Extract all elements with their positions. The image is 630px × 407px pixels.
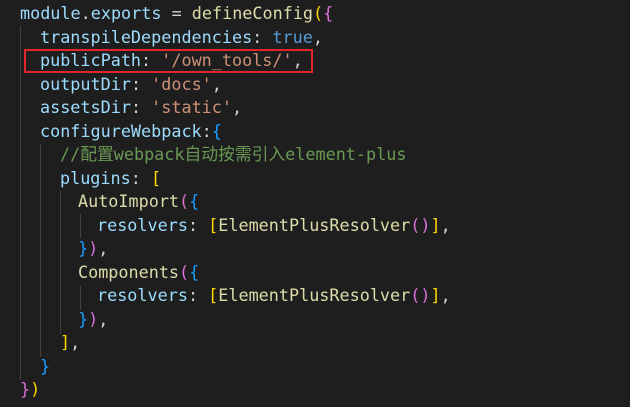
bracket: { [211,120,222,141]
identifier: resolvers [97,214,188,235]
code-line: plugins: [ [60,167,161,191]
function-name: defineConfig [191,3,314,23]
code-line: transpileDependencies: true, [40,26,323,50]
bracket: } [78,308,89,329]
punctuation: : [130,73,152,94]
bracket: { [189,191,200,211]
code-editor[interactable]: module.exports = defineConfig({ transpil… [0,0,630,407]
code-line: assetsDir: 'static', [40,96,242,120]
bracket: ] [430,214,441,235]
bracket: ( [313,3,324,23]
string-literal: 'static' [151,97,232,117]
identifier: module [20,3,81,23]
code-line: }), [78,308,108,332]
bracket: { [323,3,334,23]
bracket: } [20,379,31,399]
bracket: ( [179,261,190,282]
punctuation: , [70,332,81,352]
code-line: //配置webpack自动按需引入element-plus [60,143,406,167]
code-line: resolvers: [ElementPlusResolver()], [97,214,451,238]
punctuation: : [130,97,152,117]
highlight-box [24,49,313,73]
indent-guide [80,286,81,310]
identifier: resolvers [97,285,188,305]
bracket: [ [208,285,219,305]
code-line: outputDir: 'docs', [40,73,222,97]
bracket: ) [30,379,41,399]
bracket: ) [420,214,431,235]
bracket: [ [150,167,162,188]
indent-guide [60,191,61,334]
identifier: configureWebpack [40,120,202,141]
punctuation: , [440,214,451,235]
punctuation: : [187,214,209,235]
keyword: true [272,26,313,47]
function-name: AutoImport [78,191,180,211]
indent-guide [80,214,81,238]
bracket: ) [420,285,431,305]
bracket: [ [208,214,219,235]
identifier: plugins [60,167,131,188]
punctuation: : [252,26,273,47]
bracket: } [40,355,51,376]
indent-guide [20,26,21,380]
punctuation: : [130,167,151,188]
string-literal: 'docs' [151,73,212,94]
bracket: { [189,261,200,282]
code-line: }) [20,378,40,402]
identifier: exports [90,3,162,23]
identifier: transpileDependencies [40,26,253,47]
code-line: configureWebpack:{ [40,120,222,144]
code-line: module.exports = defineConfig({ [20,2,333,26]
punctuation: : [187,285,209,305]
function-name: ElementPlusResolver [218,214,411,235]
punctuation: . [80,3,91,23]
code-line: resolvers: [ElementPlusResolver()], [97,284,451,308]
punctuation: , [211,73,222,94]
code-line: ], [60,331,80,355]
identifier: assetsDir [40,97,131,117]
punctuation: , [98,308,109,329]
punctuation: : [201,120,212,141]
punctuation: , [440,285,451,305]
indent-guide [40,144,41,357]
code-line: }), [78,237,108,261]
punctuation: , [312,26,323,47]
bracket: ( [410,214,421,235]
punctuation: , [98,238,109,258]
code-line: } [40,355,50,379]
bracket: ( [410,285,421,305]
bracket: ) [88,308,99,329]
bracket: ( [179,191,190,211]
function-name: ElementPlusResolver [218,285,411,305]
code-line: AutoImport({ [78,190,199,214]
bracket: } [78,238,89,258]
punctuation: = [161,3,192,23]
comment: //配置webpack自动按需引入element-plus [60,144,407,164]
bracket: ] [60,332,71,352]
code-line: Components({ [78,261,199,285]
bracket: ] [430,285,441,305]
identifier: outputDir [40,73,131,94]
bracket: ) [88,238,99,258]
punctuation: , [231,97,243,117]
function-name: Components [78,261,180,282]
